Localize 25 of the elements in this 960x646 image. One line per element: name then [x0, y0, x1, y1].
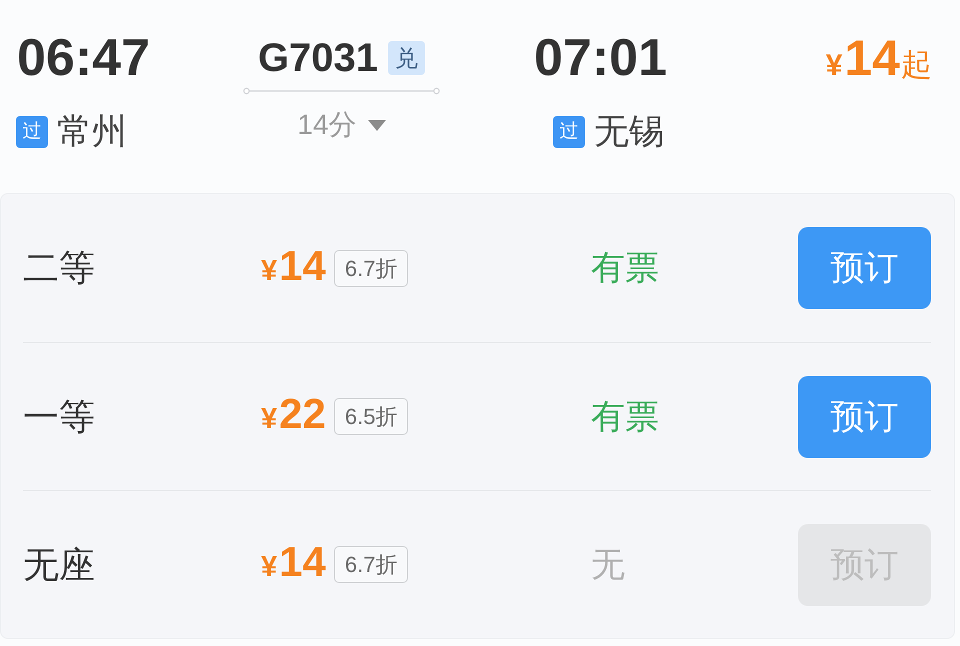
discount-tag: 6.5折 — [334, 398, 408, 435]
starting-price: ¥14起 — [826, 29, 932, 88]
seat-class: 二等 — [23, 246, 95, 290]
seat-price: ¥22 — [261, 389, 326, 439]
train-badge: 兑 — [388, 41, 426, 75]
seat-price: ¥14 — [261, 240, 326, 290]
seat-class: 无座 — [23, 542, 95, 586]
seat-price: ¥14 — [261, 537, 326, 587]
book-button[interactable]: 预订 — [798, 376, 931, 458]
caret-icon[interactable] — [368, 120, 386, 130]
travel-duration[interactable]: 14分 — [297, 108, 357, 142]
ticket-availability: 有票 — [591, 248, 659, 289]
seat-class: 一等 — [23, 394, 95, 438]
ticket-availability: 无 — [591, 544, 625, 586]
departure-station: 常州 — [57, 112, 127, 152]
train-number: G7031 — [258, 35, 378, 82]
arrival-station: 无锡 — [594, 112, 664, 152]
arrival-time: 07:01 — [533, 28, 667, 88]
discount-tag: 6.7折 — [334, 250, 408, 286]
station-badge: 过 — [553, 116, 585, 148]
discount-tag: 6.7折 — [334, 546, 408, 583]
departure-time: 06:47 — [16, 28, 151, 88]
station-badge: 过 — [16, 116, 48, 148]
ticket-availability: 有票 — [591, 396, 659, 438]
book-button[interactable]: 预订 — [798, 227, 931, 309]
